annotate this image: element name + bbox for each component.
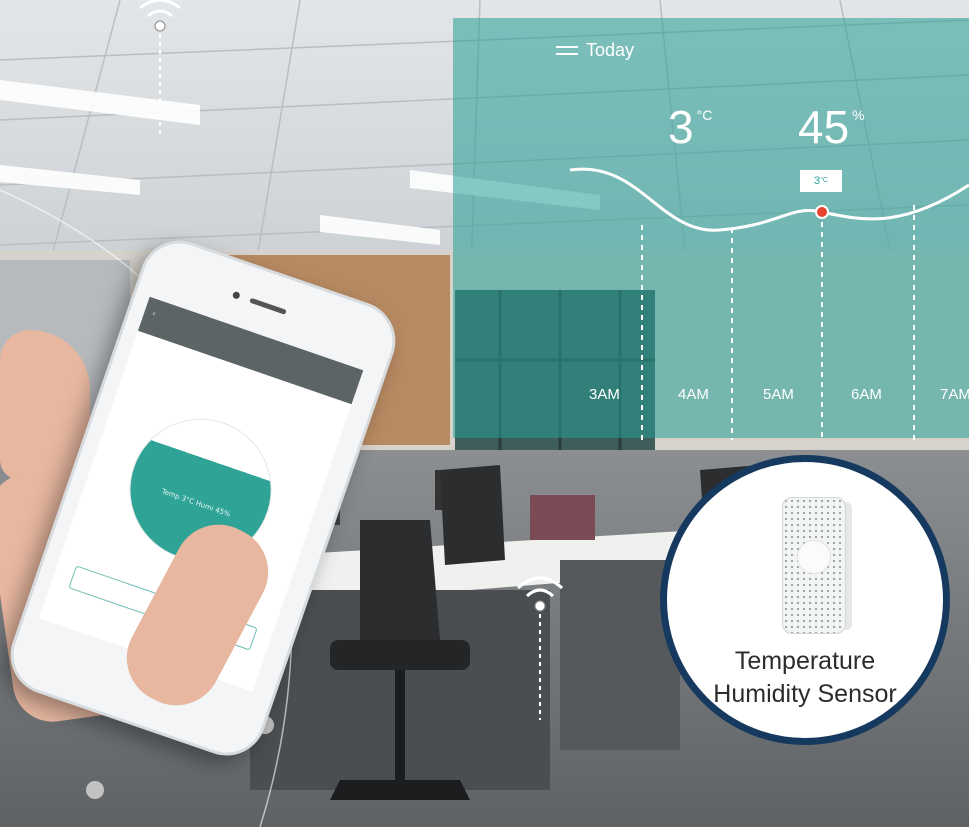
time-label-3am: 3AM bbox=[589, 386, 620, 403]
wifi-icon bbox=[516, 576, 564, 720]
sensor-center-cap bbox=[797, 540, 831, 574]
time-label-7am: 7AM bbox=[940, 386, 969, 403]
point-value-tag: 3°C bbox=[800, 170, 842, 192]
callout-title-line2: Humidity Sensor bbox=[713, 680, 897, 708]
app-header-bar: ‹ bbox=[137, 296, 364, 405]
wifi-icon bbox=[139, 0, 181, 135]
callout-title-line1: Temperature bbox=[734, 647, 876, 675]
time-label-5am: 5AM bbox=[763, 386, 794, 403]
time-label-6am: 6AM bbox=[851, 386, 882, 403]
sensor-callout: Temperature Humidity Sensor bbox=[660, 455, 950, 745]
current-point-marker bbox=[815, 205, 829, 219]
speaker-grille bbox=[249, 297, 287, 315]
gauge-reading: Temp 3°C Humi 45% bbox=[160, 487, 232, 519]
sensor-device-image bbox=[782, 497, 846, 634]
point-unit: °C bbox=[820, 177, 828, 184]
back-icon[interactable]: ‹ bbox=[151, 309, 157, 319]
time-label-4am: 4AM bbox=[678, 386, 709, 403]
camera-icon bbox=[231, 290, 241, 300]
